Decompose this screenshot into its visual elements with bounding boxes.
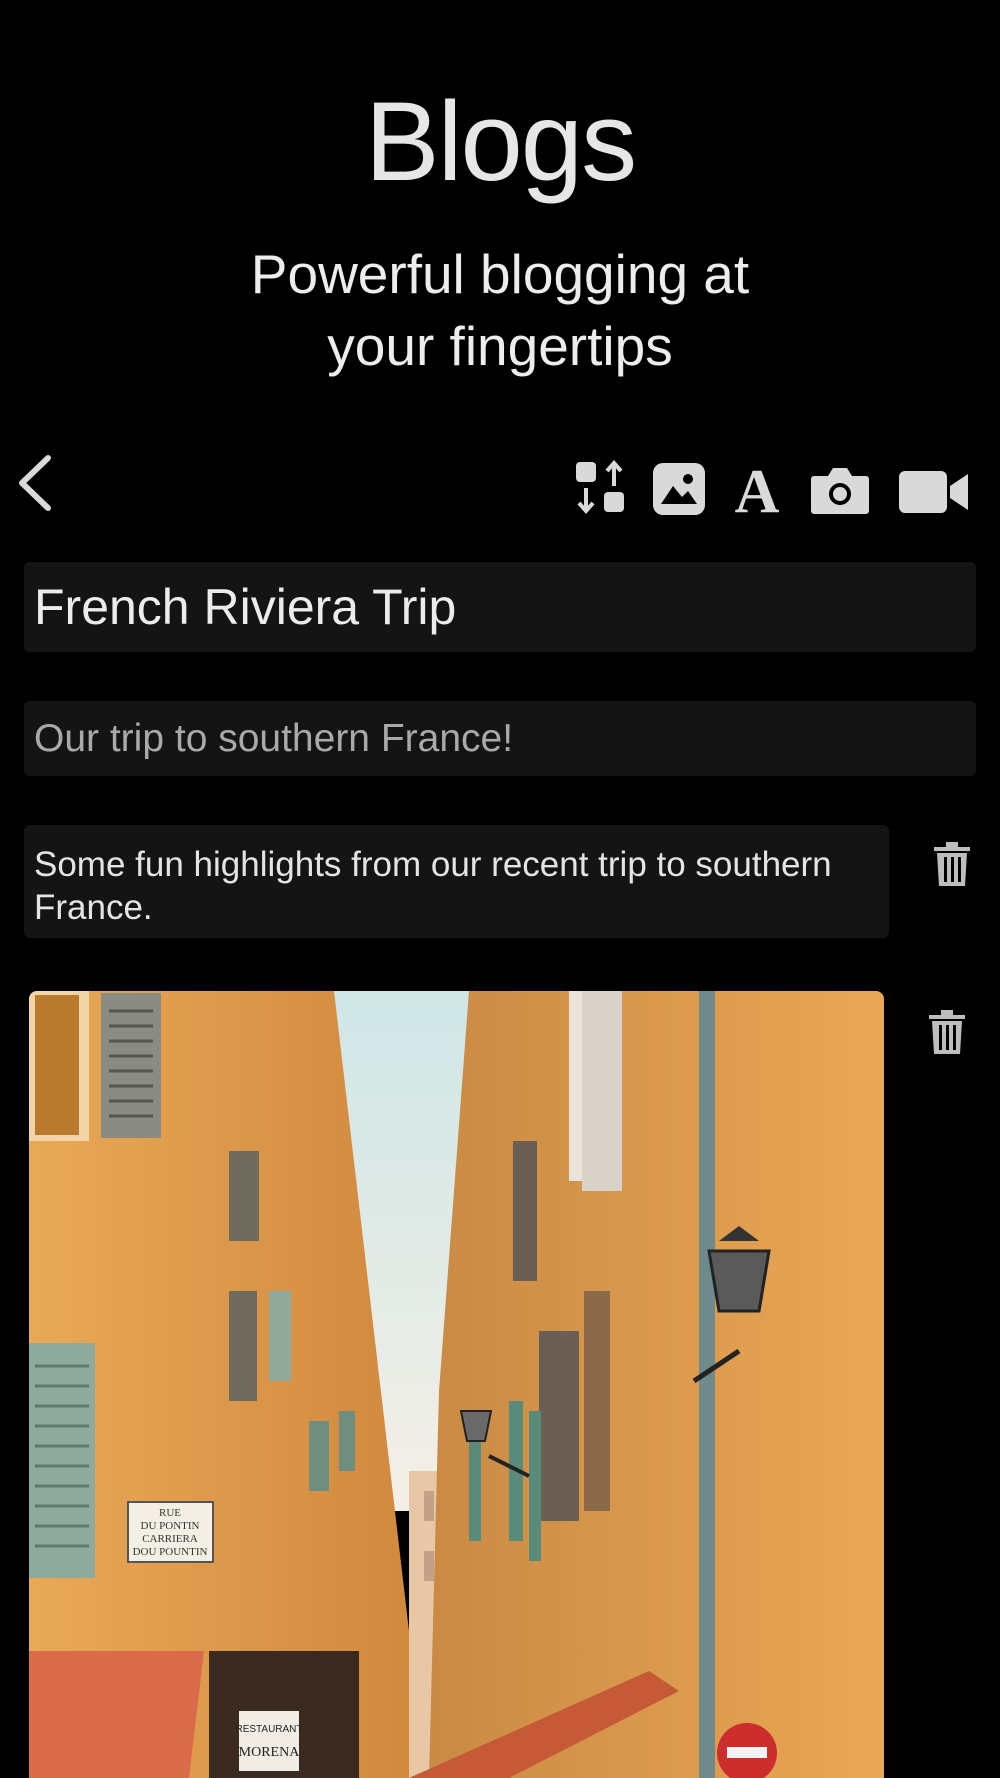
street-photo: RUE DU PONTIN CARRIERA DOU POUNTIN RESTA… <box>29 991 884 1778</box>
restaurant-name: MORENA <box>239 1745 301 1760</box>
trash-icon[interactable] <box>933 842 971 888</box>
text-block-field[interactable]: Some fun highlights from our recent trip… <box>24 825 889 938</box>
trash-icon[interactable] <box>928 1010 966 1056</box>
chevron-left-icon[interactable] <box>14 450 58 516</box>
subtitle-line-1: Powerful blogging at <box>250 243 750 305</box>
subtitle-line-2: your fingertips <box>327 315 673 377</box>
sign-line-2: DU PONTIN <box>141 1520 200 1532</box>
post-subtitle-field[interactable]: Our trip to southern France! <box>24 701 976 776</box>
page-subtitle: Powerful blogging at your fingertips <box>0 238 1000 382</box>
post-title-field[interactable]: French Riviera Trip <box>24 562 976 652</box>
camera-icon[interactable] <box>810 464 870 516</box>
sign-line-1: RUE <box>159 1507 181 1519</box>
video-icon[interactable] <box>898 470 970 514</box>
image-icon[interactable] <box>652 462 706 516</box>
page-title: Blogs <box>364 79 637 204</box>
svg-text:A: A <box>735 462 780 516</box>
sign-line-3: CARRIERA <box>142 1533 198 1545</box>
reorder-icon[interactable] <box>574 460 626 516</box>
sign-line-4: DOU POUNTIN <box>133 1546 208 1558</box>
restaurant-sign: RESTAURANT <box>235 1724 302 1735</box>
editor-toolbar: A <box>0 450 1000 530</box>
blog-photo[interactable]: RUE DU PONTIN CARRIERA DOU POUNTIN RESTA… <box>29 991 884 1778</box>
text-icon[interactable]: A <box>729 462 785 516</box>
